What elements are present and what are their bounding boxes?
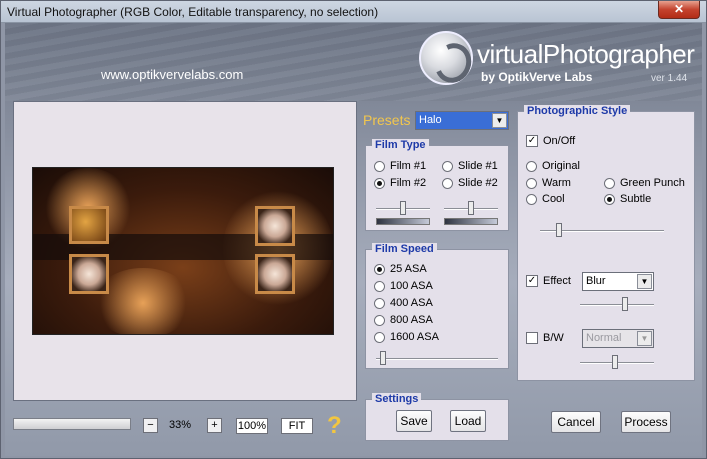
film-speed-100[interactable]: 100 ASA bbox=[374, 280, 433, 292]
presets-label: Presets bbox=[363, 112, 411, 128]
style-warm[interactable]: Warm bbox=[526, 177, 571, 189]
preview-pane[interactable] bbox=[13, 101, 357, 401]
zoom-value: 33% bbox=[169, 419, 192, 431]
presets-value: Halo bbox=[419, 114, 442, 126]
style-original[interactable]: Original bbox=[526, 160, 580, 172]
zoom-in-button[interactable]: + bbox=[207, 418, 222, 433]
zoom-out-button[interactable]: − bbox=[143, 418, 158, 433]
film-type-film1[interactable]: Film #1 bbox=[374, 160, 426, 172]
logo-name: virtualPhotographer bbox=[477, 39, 695, 69]
presets-dropdown[interactable]: Halo ▼ bbox=[415, 111, 509, 130]
version-label: ver 1.44 bbox=[651, 73, 688, 84]
bw-checkbox[interactable]: B/W bbox=[526, 332, 564, 344]
preview-photo-tile bbox=[69, 254, 109, 294]
film-type-title: Film Type bbox=[372, 139, 429, 151]
effect-value: Blur bbox=[586, 275, 606, 287]
style-slider[interactable] bbox=[540, 223, 664, 237]
window-title: Virtual Photographer (RGB Color, Editabl… bbox=[7, 5, 379, 19]
effect-checkbox[interactable]: ✓ Effect bbox=[526, 275, 571, 287]
settings-panel: Settings Save Load bbox=[365, 393, 509, 441]
load-button[interactable]: Load bbox=[450, 410, 486, 432]
zoom-100-button[interactable]: 100% bbox=[236, 418, 268, 434]
bw-value: Normal bbox=[586, 332, 622, 344]
chevron-down-icon[interactable]: ▼ bbox=[492, 113, 507, 128]
plus-icon: + bbox=[211, 419, 218, 431]
app-window: Virtual Photographer (RGB Color, Editabl… bbox=[0, 0, 707, 459]
film-type-gradient-right bbox=[444, 218, 498, 225]
minus-icon: − bbox=[147, 419, 154, 431]
process-button[interactable]: Process bbox=[621, 411, 671, 433]
style-cool[interactable]: Cool bbox=[526, 193, 565, 205]
film-speed-slider[interactable] bbox=[376, 351, 498, 365]
chevron-down-icon[interactable]: ▼ bbox=[637, 274, 652, 289]
film-type-slider-right[interactable] bbox=[444, 201, 498, 215]
cancel-button[interactable]: Cancel bbox=[551, 411, 601, 433]
film-type-slide1[interactable]: Slide #1 bbox=[442, 160, 498, 172]
effect-dropdown[interactable]: Blur ▼ bbox=[582, 272, 654, 291]
film-speed-400[interactable]: 400 ASA bbox=[374, 297, 433, 309]
main-client: www.optikvervelabs.com virtualPhotograph… bbox=[5, 23, 702, 456]
film-speed-800[interactable]: 800 ASA bbox=[374, 314, 433, 326]
bw-dropdown[interactable]: Normal ▼ bbox=[582, 329, 654, 348]
logo-icon bbox=[419, 31, 473, 85]
style-subtle[interactable]: Subtle bbox=[604, 193, 651, 205]
film-speed-25[interactable]: 25 ASA bbox=[374, 263, 427, 275]
film-type-panel: Film Type Film #1 Film #2 Slide #1 Slide… bbox=[365, 139, 509, 231]
bw-slider[interactable] bbox=[580, 355, 654, 369]
onoff-checkbox[interactable]: ✓ On/Off bbox=[526, 135, 575, 147]
progress-bar bbox=[13, 418, 131, 430]
settings-title: Settings bbox=[372, 393, 422, 405]
save-button[interactable]: Save bbox=[396, 410, 432, 432]
website-url: www.optikvervelabs.com bbox=[101, 67, 244, 82]
zoom-fit-button[interactable]: FIT bbox=[281, 418, 313, 434]
close-icon: ✕ bbox=[673, 2, 685, 16]
film-speed-title: Film Speed bbox=[372, 243, 437, 255]
close-button[interactable]: ✕ bbox=[658, 1, 700, 19]
photographic-style-panel: Photographic Style ✓ On/Off Original Warm… bbox=[517, 105, 695, 381]
film-type-slide2[interactable]: Slide #2 bbox=[442, 177, 498, 189]
film-type-slider-left[interactable] bbox=[376, 201, 430, 215]
preview-photo-tile bbox=[255, 206, 295, 246]
help-icon[interactable]: ? bbox=[327, 412, 342, 440]
style-green-punch[interactable]: Green Punch bbox=[604, 177, 685, 189]
photographic-style-title: Photographic Style bbox=[524, 105, 631, 117]
film-speed-1600[interactable]: 1600 ASA bbox=[374, 331, 439, 343]
film-type-gradient-left bbox=[376, 218, 430, 225]
chevron-down-icon[interactable]: ▼ bbox=[637, 331, 652, 346]
preview-image[interactable] bbox=[32, 167, 334, 335]
preview-photo-tile bbox=[69, 206, 109, 244]
title-bar[interactable]: Virtual Photographer (RGB Color, Editabl… bbox=[1, 1, 706, 23]
effect-slider[interactable] bbox=[580, 297, 654, 311]
film-type-film2[interactable]: Film #2 bbox=[374, 177, 426, 189]
preview-photo-tile bbox=[255, 254, 295, 294]
film-speed-panel: Film Speed 25 ASA 100 ASA 400 ASA 800 AS… bbox=[365, 243, 509, 369]
logo-byline: by OptikVerve Labs bbox=[481, 70, 593, 84]
